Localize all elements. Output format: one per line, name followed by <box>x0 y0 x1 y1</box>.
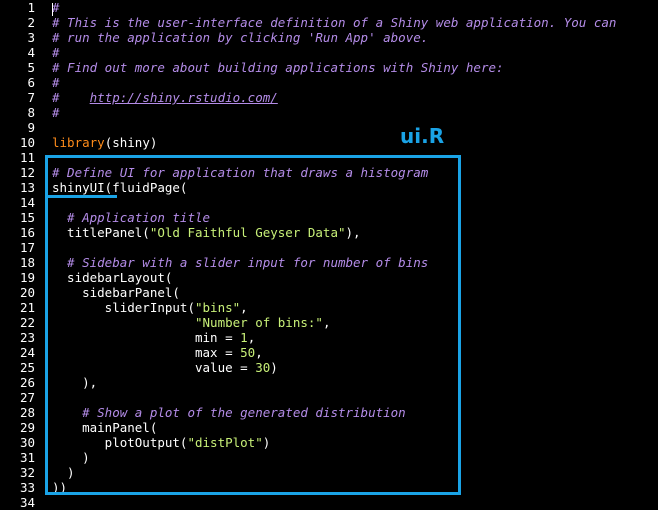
line-number: 33 <box>19 480 35 495</box>
code-line[interactable]: # <box>52 105 60 120</box>
code-token: # run the application by clicking 'Run A… <box>52 30 429 45</box>
line-number: 1 <box>27 0 35 15</box>
line-number: 30 <box>19 435 35 450</box>
code-token: # <box>52 0 60 15</box>
code-token: # <box>52 105 60 120</box>
code-token: # <box>52 90 90 105</box>
code-token: # <box>52 75 60 90</box>
line-number: 14 <box>19 195 35 210</box>
text-cursor <box>52 3 53 16</box>
line-number: 6 <box>27 75 35 90</box>
code-token: # Find out more about building applicati… <box>52 60 504 75</box>
line-number: 9 <box>27 120 35 135</box>
line-number: 12 <box>19 165 35 180</box>
code-line[interactable]: # run the application by clicking 'Run A… <box>52 30 428 45</box>
code-line[interactable]: # <box>52 45 60 60</box>
line-number: 19 <box>19 270 35 285</box>
code-line[interactable]: # <box>52 75 60 90</box>
code-line[interactable]: # http://shiny.rstudio.com/ <box>52 90 278 105</box>
line-number: 29 <box>19 420 35 435</box>
line-number: 25 <box>19 360 35 375</box>
code-editor[interactable]: 1 2 3 4 5 6 7 8 9 10 11 12 13 14 15 16 17 18 19 20 21 22 23 24 2… <box>0 0 658 510</box>
line-number: 26 <box>19 375 35 390</box>
line-number: 27 <box>19 390 35 405</box>
line-number: 20 <box>19 285 35 300</box>
line-number: 10 <box>19 135 35 150</box>
line-number: 17 <box>19 240 35 255</box>
code-line[interactable]: # <box>52 0 60 15</box>
code-token: # <box>52 45 60 60</box>
code-token: (shiny) <box>104 135 158 150</box>
line-number: 23 <box>19 330 35 345</box>
code-token: # This is the user-interface definition … <box>52 15 617 30</box>
line-number: 13 <box>19 180 35 195</box>
line-number: 18 <box>19 255 35 270</box>
line-number: 21 <box>19 300 35 315</box>
line-number: 7 <box>27 90 35 105</box>
line-number: 15 <box>19 210 35 225</box>
code-line[interactable]: # Find out more about building applicati… <box>52 60 504 75</box>
shinyui-underline <box>45 195 117 198</box>
line-number: 3 <box>27 30 35 45</box>
line-number-gutter: 1 2 3 4 5 6 7 8 9 10 11 12 13 14 15 16 17 18 19 20 21 22 23 24 2… <box>0 0 42 510</box>
line-number: 24 <box>19 345 35 360</box>
line-number: 4 <box>27 45 35 60</box>
line-number: 2 <box>27 15 35 30</box>
line-number: 5 <box>27 60 35 75</box>
ui-code-highlight-box <box>45 155 461 495</box>
code-line[interactable]: # This is the user-interface definition … <box>52 15 616 30</box>
line-number: 31 <box>19 450 35 465</box>
line-number: 22 <box>19 315 35 330</box>
code-link[interactable]: http://shiny.rstudio.com/ <box>90 90 278 105</box>
code-line[interactable]: library(shiny) <box>52 135 157 150</box>
line-number: 8 <box>27 105 35 120</box>
file-name-label: ui.R <box>400 124 445 148</box>
line-number: 11 <box>19 150 35 165</box>
line-number: 28 <box>19 405 35 420</box>
line-number: 32 <box>19 465 35 480</box>
line-number: 16 <box>19 225 35 240</box>
code-token: library <box>52 135 105 150</box>
